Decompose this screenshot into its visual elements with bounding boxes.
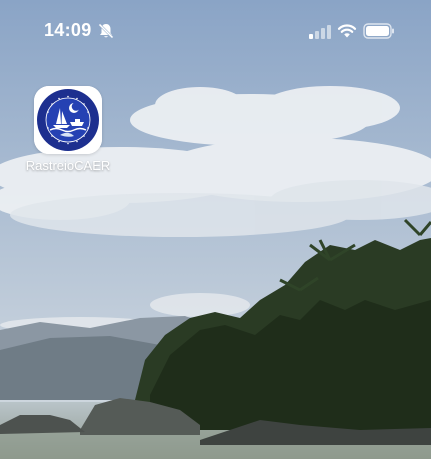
cellular-signal-icon	[309, 25, 331, 39]
status-time: 14:09	[44, 20, 92, 40]
status-bar: 14:09	[0, 0, 431, 60]
wallpaper	[0, 0, 431, 459]
app-label-rastreiocaer[interactable]: RastreioCAER	[14, 158, 122, 173]
app-icon-rastreiocaer[interactable]	[34, 86, 102, 154]
caer-app-icon	[34, 86, 102, 154]
wifi-icon	[337, 24, 357, 38]
battery-icon	[363, 23, 394, 39]
bell-slash-icon	[98, 23, 114, 39]
